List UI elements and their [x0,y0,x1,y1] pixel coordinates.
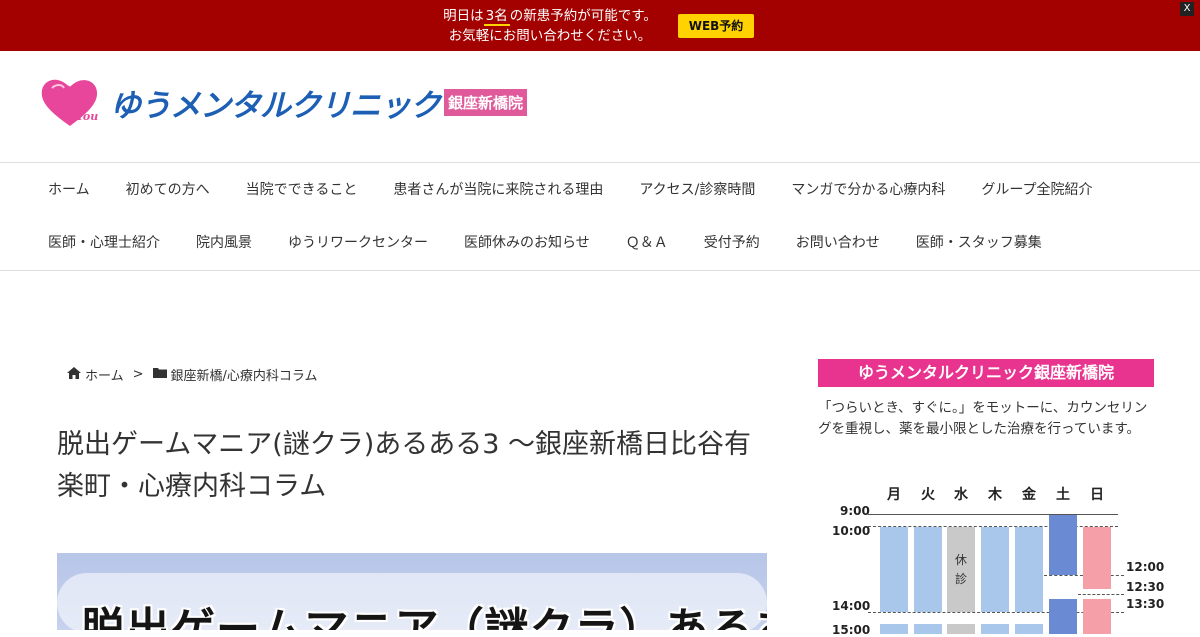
breadcrumb-separator: > [132,367,144,382]
nav-item-qa[interactable]: Ｑ＆Ａ [608,217,686,270]
breadcrumb-home[interactable]: ホーム [85,365,124,384]
schedule-day-sat: 土 [1056,487,1070,503]
schedule-closed-label-1: 休 [954,553,967,567]
nav-item-group[interactable]: グループ全院紹介 [963,164,1110,217]
schedule-time-1200: 12:00 [1126,560,1165,574]
nav-item-recruit[interactable]: 医師・スタッフ募集 [898,217,1060,270]
post-title: 脱出ゲームマニア(謎クラ)あるある3 ～銀座新橋日比谷有楽町・心療内科コラム [57,429,752,502]
schedule-day-wed: 水 [954,487,968,503]
schedule-bar-sun-am [1083,527,1111,589]
home-icon [67,366,81,383]
schedule-day-thu: 木 [988,487,1002,503]
schedule-time-1000: 10:00 [832,524,871,538]
nav-item-manga[interactable]: マンガで分かる心療内科 [773,164,963,217]
schedule-closed-label-2: 診 [954,572,967,586]
schedule-time-1230: 12:30 [1126,580,1165,594]
breadcrumb: ホーム > 銀座新橋/心療内科コラム [67,365,318,384]
site-header: You ゆうメンタルクリニック 銀座新橋院 [0,51,1200,163]
consultation-schedule: 月 火 水 木 金 土 日 9:00 10:00 14:00 15:00 12:… [818,478,1168,637]
schedule-time-1400: 14:00 [832,599,871,613]
schedule-time-1330: 13:30 [1126,597,1165,611]
schedule-bar-tue-am [914,527,942,612]
announcement-banner: 明日は 3名 の新患予約が可能です。 お気軽にお問い合わせください。 WEB予約 X [0,0,1200,51]
nav-row-1: ホーム 初めての方へ 当院でできること 患者さんが当院に来院される理由 アクセス… [30,164,1111,217]
schedule-day-tue: 火 [921,487,935,503]
schedule-bar-sat-pm [1049,599,1077,634]
schedule-bar-tue-pm [914,624,942,634]
nav-item-access[interactable]: アクセス/診察時間 [621,164,773,217]
nav-item-home[interactable]: ホーム [30,164,108,217]
schedule-time-1500: 15:00 [832,623,871,637]
sidebar-heading: ゆうメンタルクリニック銀座新橋院 [818,359,1154,387]
schedule-bar-fri-pm [1015,624,1043,634]
banner-line1-pre: 明日は [443,8,484,24]
sidebar-description: 「つらいとき、すぐに。」をモットーに、カウンセリングを重視し、薬を最小限とした治… [818,400,1148,437]
schedule-bar-sun-pm [1083,599,1111,634]
nav-row-2: 医師・心理士紹介 院内風景 ゆうリワークセンター 医師休みのお知らせ Ｑ＆Ａ 受… [30,217,1060,270]
schedule-time-0900: 9:00 [840,504,870,518]
global-nav: ホーム 初めての方へ 当院でできること 患者さんが当院に来院される理由 アクセス… [0,164,1200,271]
schedule-day-fri: 金 [1022,487,1036,503]
schedule-bar-mon-pm [880,624,908,634]
schedule-line-1230 [1078,594,1124,595]
schedule-bar-wed-pm [947,624,975,634]
nav-item-interior[interactable]: 院内風景 [178,217,270,270]
nav-item-services[interactable]: 当院でできること [228,164,376,217]
heart-logo-icon: You [40,76,100,128]
banner-close-icon[interactable]: X [1180,2,1194,16]
banner-line1-post: の新患予約が可能です。 [509,8,657,24]
nav-item-reasons[interactable]: 患者さんが当院に来院される理由 [375,164,621,217]
schedule-bar-thu-am [981,527,1009,612]
banner-line2: お気軽にお問い合わせください。 [448,28,652,44]
schedule-day-sun: 日 [1090,487,1104,503]
schedule-line-0900 [868,514,1118,515]
schedule-bar-sat-am [1049,515,1077,575]
clinic-name: ゆうメンタルクリニック [110,87,441,124]
site-logo[interactable]: You ゆうメンタルクリニック 銀座新橋院 [40,76,528,128]
logo-you-text: You [76,110,99,123]
nav-item-contact[interactable]: お問い合わせ [778,217,898,270]
breadcrumb-category[interactable]: 銀座新橋/心療内科コラム [171,365,318,384]
nav-item-first-visit[interactable]: 初めての方へ [108,164,228,217]
nav-item-holidays[interactable]: 医師休みのお知らせ [446,217,608,270]
nav-item-reservation[interactable]: 受付予約 [686,217,778,270]
web-reservation-button[interactable]: WEB予約 [678,14,754,38]
nav-item-rework[interactable]: ゆうリワークセンター [270,217,446,270]
banner-text: 明日は 3名 の新患予約が可能です。 お気軽にお問い合わせください。 [0,6,1100,46]
schedule-bar-fri-am [1015,527,1043,612]
schedule-bar-thu-pm [981,624,1009,634]
eyecatch-image: 脱出ゲームマニア（謎クラ）あるある [57,553,767,630]
branch-badge: 銀座新橋院 [444,88,528,116]
folder-icon [152,367,167,382]
schedule-day-mon: 月 [887,487,901,503]
nav-item-doctors[interactable]: 医師・心理士紹介 [30,217,178,270]
new-patient-count: 3名 [483,8,510,26]
schedule-bar-mon-am [880,527,908,612]
eyecatch-text: 脱出ゲームマニア（謎クラ）あるある [81,604,767,630]
